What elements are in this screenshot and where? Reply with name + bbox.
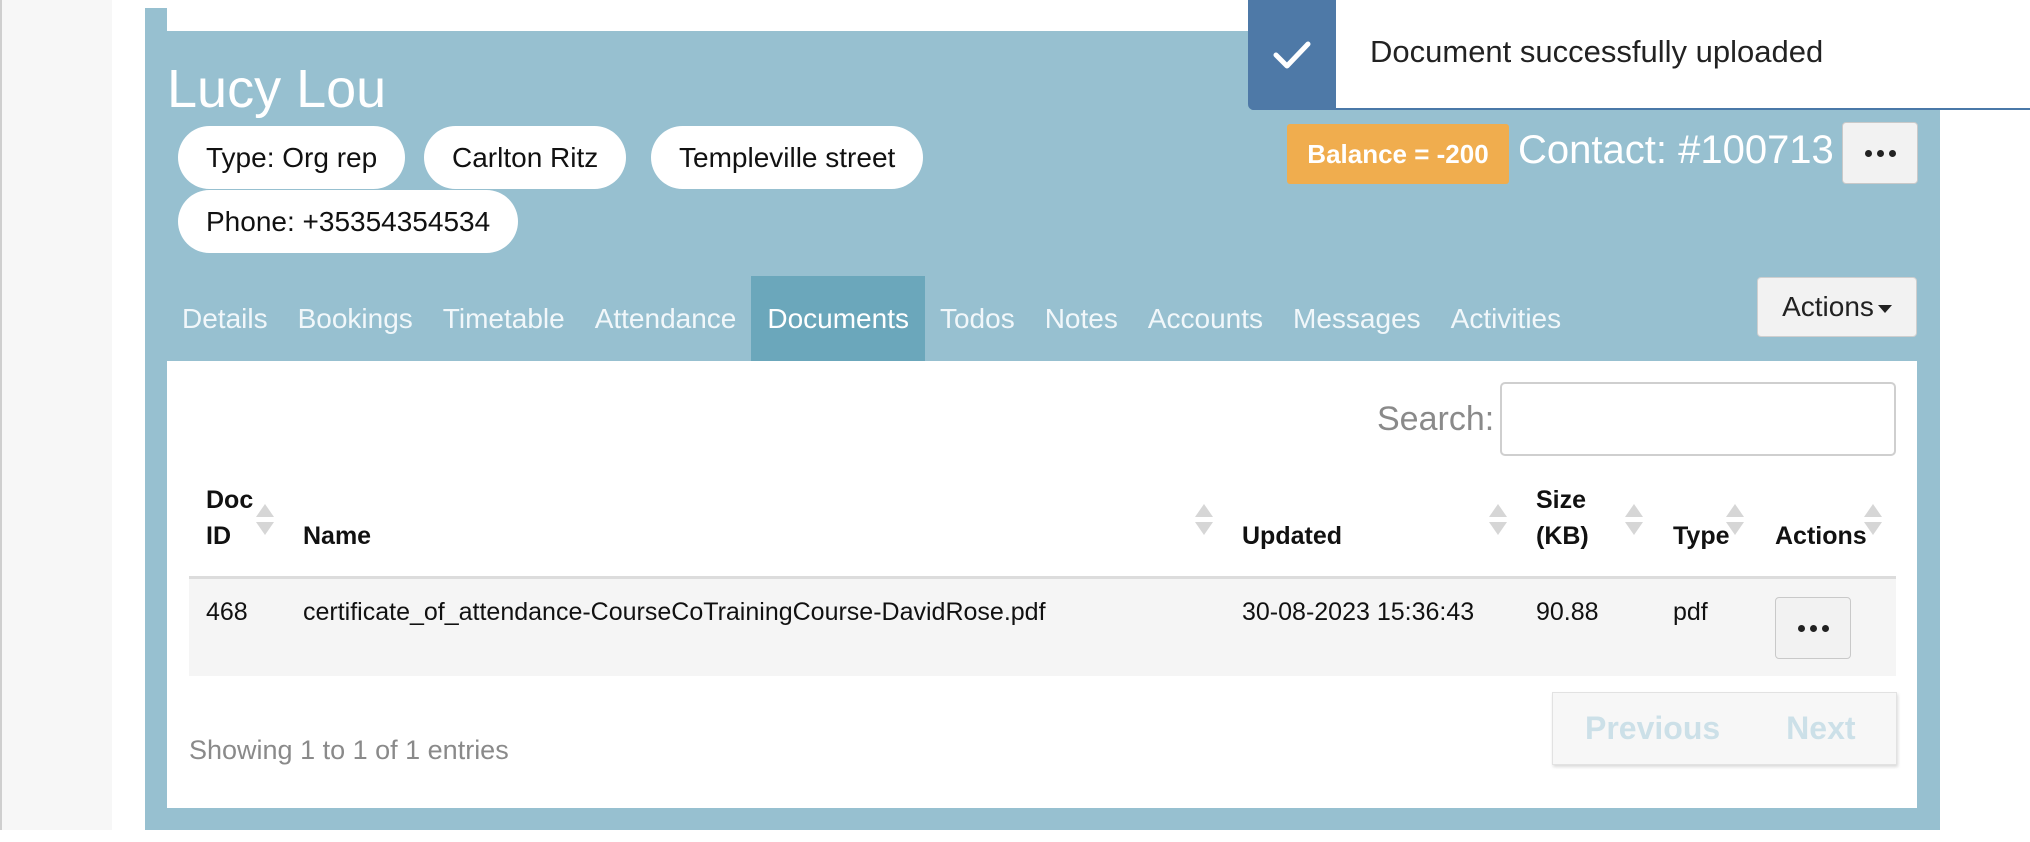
contact-id: Contact: #100713: [1518, 128, 1834, 172]
cell-updated: 30-08-2023 15:36:43: [1242, 598, 1475, 626]
header-size-line2: (KB): [1536, 522, 1589, 550]
cell-name: certificate_of_attendance-CourseCoTraini…: [303, 598, 1046, 626]
tab-notes[interactable]: Notes: [1030, 276, 1133, 361]
organisation-pill: Carlton Ritz: [424, 126, 627, 189]
tab-activities[interactable]: Activities: [1436, 276, 1576, 361]
tab-messages[interactable]: Messages: [1278, 276, 1436, 361]
cell-doc-id: 468: [206, 598, 248, 626]
header-size[interactable]: Size (KB): [1536, 482, 1589, 554]
tab-bookings[interactable]: Bookings: [283, 276, 428, 361]
header-updated[interactable]: Updated: [1242, 518, 1342, 554]
contact-more-button[interactable]: [1842, 122, 1918, 184]
more-dots-icon: [1864, 149, 1896, 157]
tab-accounts[interactable]: Accounts: [1133, 276, 1278, 361]
sort-icon[interactable]: [1864, 502, 1882, 538]
panel-top-strip: [167, 0, 1437, 31]
table-row: [189, 579, 1896, 676]
tab-details[interactable]: Details: [167, 276, 283, 361]
tab-attendance[interactable]: Attendance: [580, 276, 752, 361]
type-pill: Type: Org rep: [178, 126, 406, 189]
actions-label: Actions: [1782, 291, 1874, 322]
header-doc-id[interactable]: Doc ID: [206, 482, 253, 554]
header-name[interactable]: Name: [303, 518, 371, 554]
tab-todos[interactable]: Todos: [925, 276, 1030, 361]
contact-name: Lucy Lou: [167, 59, 387, 119]
upload-toast: Document successfully uploaded: [1248, 0, 2030, 110]
row-actions-button[interactable]: [1775, 597, 1851, 659]
toast-message: Document successfully uploaded: [1370, 34, 1824, 69]
search-label: Search:: [1377, 400, 1495, 438]
cell-size: 90.88: [1536, 598, 1599, 626]
search-input[interactable]: [1500, 382, 1896, 456]
showing-entries: Showing 1 to 1 of 1 entries: [189, 735, 509, 765]
header-type[interactable]: Type: [1673, 518, 1730, 554]
contact-tabs: Details Bookings Timetable Attendance Do…: [167, 276, 1576, 361]
sort-icon[interactable]: [1489, 502, 1507, 538]
tab-documents[interactable]: Documents: [751, 276, 925, 361]
next-button[interactable]: Next: [1786, 710, 1855, 747]
sort-icon[interactable]: [256, 502, 274, 538]
header-actions[interactable]: Actions: [1775, 518, 1867, 554]
cell-type: pdf: [1673, 598, 1708, 626]
sort-icon[interactable]: [1195, 502, 1213, 538]
actions-dropdown-button[interactable]: Actions: [1757, 277, 1917, 337]
previous-button[interactable]: Previous: [1585, 710, 1720, 747]
balance-badge: Balance = -200: [1287, 124, 1509, 184]
phone-pill: Phone: +35354354534: [178, 190, 519, 253]
check-icon: [1248, 0, 1336, 110]
tab-timetable[interactable]: Timetable: [428, 276, 580, 361]
left-gutter: [0, 0, 112, 830]
more-dots-icon: [1797, 624, 1829, 632]
pagination: Previous Next: [1552, 692, 1897, 765]
sort-icon[interactable]: [1726, 502, 1744, 538]
caret-down-icon: [1877, 305, 1892, 313]
header-doc-id-line2: ID: [206, 522, 231, 550]
header-doc-id-line1: Doc: [206, 486, 254, 514]
header-size-line1: Size: [1536, 486, 1587, 514]
address-pill: Templeville street: [651, 126, 924, 189]
sort-icon[interactable]: [1625, 502, 1643, 538]
